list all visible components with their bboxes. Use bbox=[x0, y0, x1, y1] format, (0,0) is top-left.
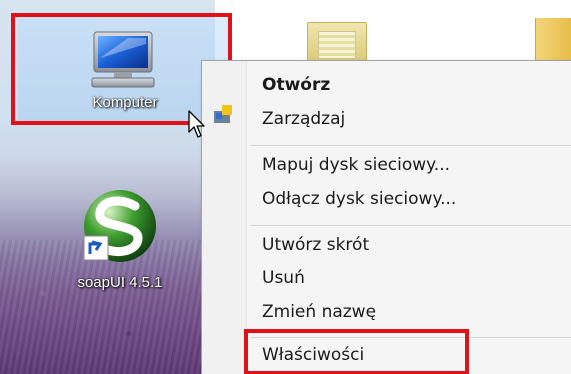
menu-item-odlacz-dysk[interactable]: Odłącz dysk sieciowy... bbox=[262, 189, 456, 209]
mouse-pointer-icon bbox=[188, 110, 205, 138]
context-menu: Otwórz Zarządzaj Mapuj dysk sieciowy... … bbox=[201, 60, 571, 374]
menu-item-zarzadzaj[interactable]: Zarządzaj bbox=[262, 109, 345, 129]
highlight-box-wlasciwosci bbox=[244, 329, 469, 374]
menu-item-utworz-skrot[interactable]: Utwórz skrót bbox=[262, 235, 369, 255]
menu-separator bbox=[250, 145, 571, 146]
menu-item-otworz[interactable]: Otwórz bbox=[262, 75, 330, 95]
menu-item-usun[interactable]: Usuń bbox=[262, 268, 305, 288]
soapui-shortcut-icon bbox=[83, 190, 156, 262]
desktop: Komputer soapUI 4.5.1 Otwórz Zarządzaj M… bbox=[0, 0, 571, 374]
menu-separator bbox=[250, 225, 571, 226]
menu-item-zmien-nazwe[interactable]: Zmień nazwę bbox=[262, 302, 376, 322]
desktop-icon-soapui[interactable]: soapUI 4.5.1 bbox=[40, 186, 200, 296]
highlight-box-komputer bbox=[11, 13, 232, 125]
desktop-icon-label: soapUI 4.5.1 bbox=[77, 274, 163, 291]
menu-item-mapuj-dysk[interactable]: Mapuj dysk sieciowy... bbox=[262, 155, 450, 175]
manage-shield-icon bbox=[214, 105, 232, 123]
